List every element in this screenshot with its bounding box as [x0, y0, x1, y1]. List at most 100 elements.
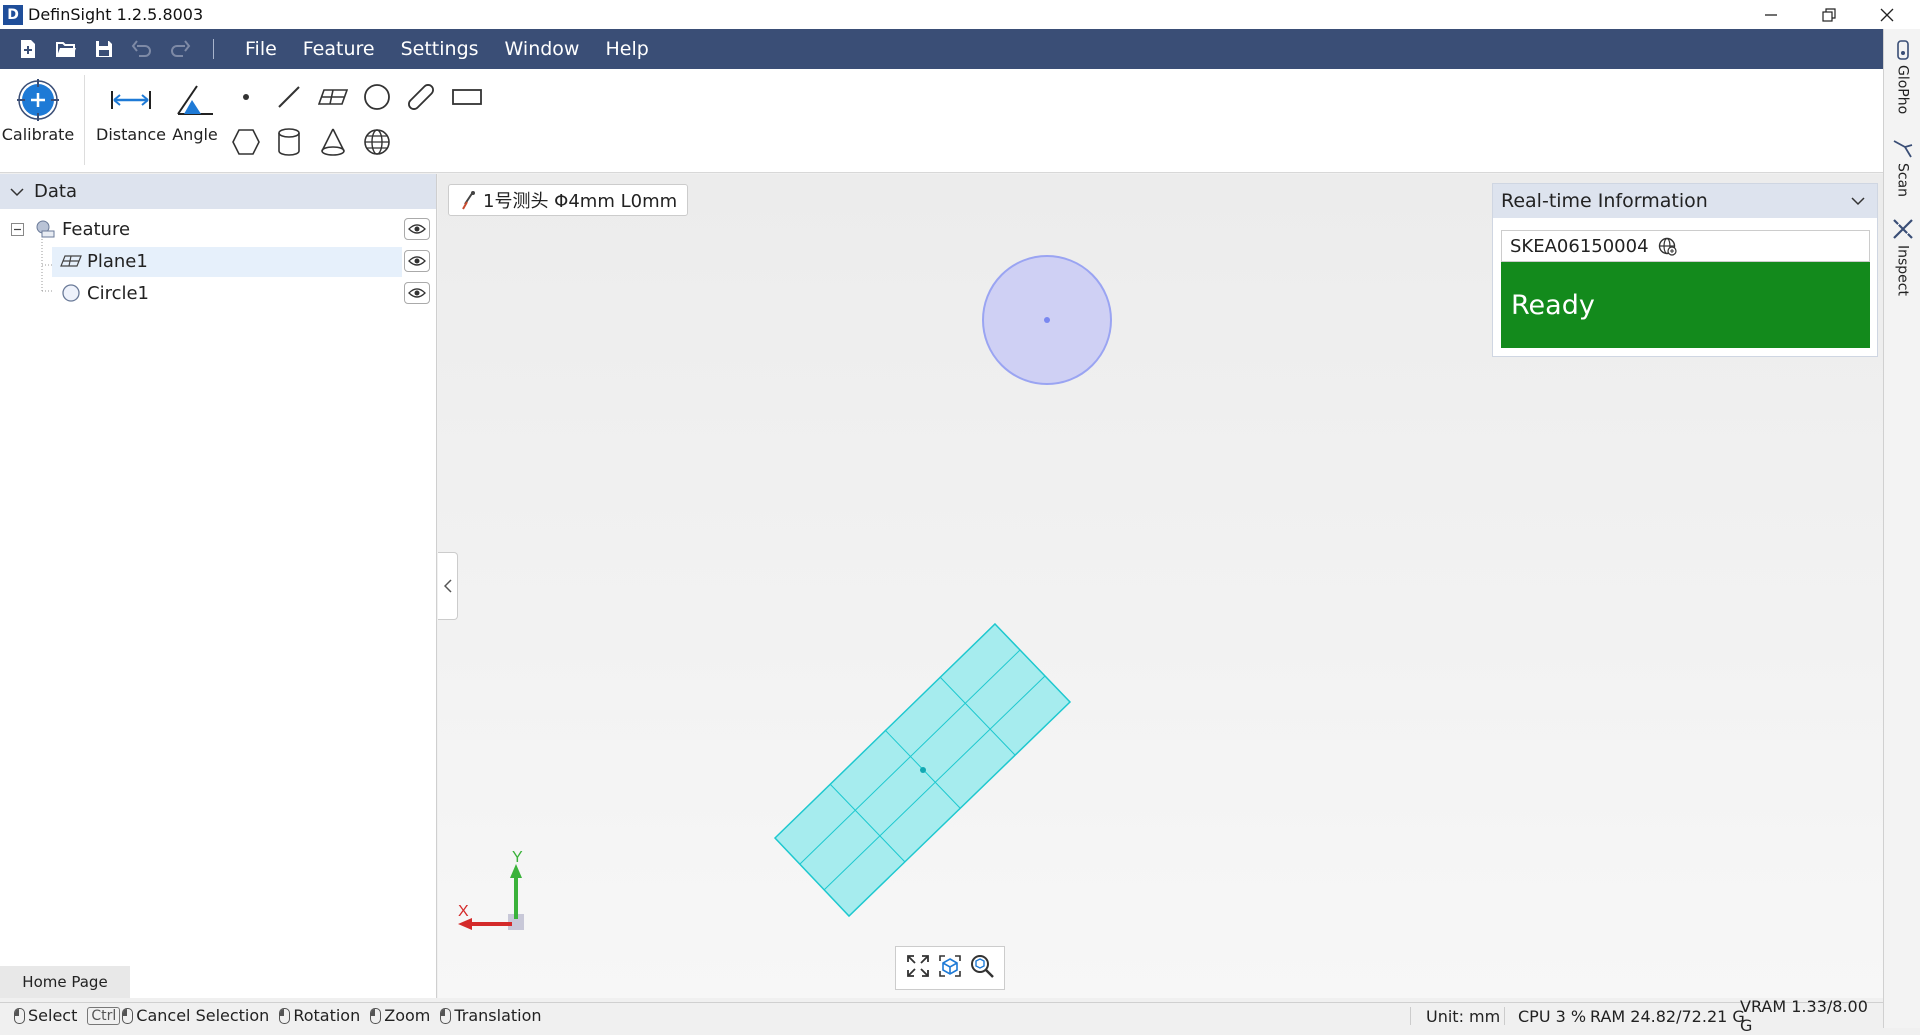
hint-select-text: Select: [28, 1006, 78, 1025]
restore-button[interactable]: [1806, 0, 1852, 29]
dock-scan[interactable]: Scan: [1884, 137, 1920, 197]
hint-translation: Translation: [440, 1006, 542, 1025]
dock-inspect[interactable]: Inspect: [1884, 217, 1920, 296]
hint-cancel-selection-text: Cancel Selection: [136, 1006, 270, 1025]
plane1-shape[interactable]: [773, 622, 1072, 918]
point-tool-button[interactable]: [228, 79, 264, 115]
tree-item-circle1[interactable]: Circle1: [0, 278, 437, 308]
fit-view-button[interactable]: [905, 953, 931, 984]
data-panel: Data Feature Plane1 Circle1 Home Page: [0, 174, 437, 998]
slot-tool-button[interactable]: [403, 79, 439, 115]
tree-item-feature[interactable]: Feature: [0, 214, 437, 244]
undo-icon: [131, 40, 151, 57]
menu-window[interactable]: Window: [492, 29, 593, 69]
home-page-tab[interactable]: Home Page: [0, 966, 130, 998]
dock-glopho[interactable]: GloPho: [1884, 39, 1920, 114]
sphere-icon: [364, 129, 390, 155]
3d-viewport[interactable]: 1号测头 Φ4mm L0mm Y X Real-time Information: [438, 174, 1883, 998]
menu-file[interactable]: File: [232, 29, 290, 69]
view-cube-button[interactable]: [937, 953, 963, 984]
eye-icon: [408, 224, 426, 234]
rectangle-icon: [452, 89, 482, 105]
angle-label: Angle: [172, 125, 218, 144]
tree-item-label: Plane1: [87, 250, 148, 272]
angle-button[interactable]: Angle: [170, 75, 220, 144]
close-button[interactable]: [1864, 0, 1910, 29]
realtime-info-panel: Real-time Information SKEA06150004 Ready: [1492, 183, 1878, 357]
glopho-icon: [1896, 40, 1909, 60]
minimize-button[interactable]: [1748, 0, 1794, 29]
scan-icon: [1893, 140, 1912, 158]
menu-bar: File Feature Settings Window Help: [0, 29, 1883, 69]
status-divider: [1504, 1007, 1505, 1025]
tree-item-plane1[interactable]: Plane1: [0, 246, 437, 277]
feature-icon: [36, 220, 55, 238]
minimize-icon: [1765, 13, 1777, 16]
plane-tool-button[interactable]: [315, 79, 351, 115]
app-logo: D: [3, 4, 23, 25]
status-divider: [1410, 1007, 1411, 1025]
menu-separator: [213, 39, 214, 59]
visibility-toggle[interactable]: [404, 282, 430, 304]
calibrate-icon: [17, 79, 59, 121]
title-bar: D DefinSight 1.2.5.8003: [0, 0, 1920, 29]
undo-button[interactable]: [123, 29, 161, 69]
cone-tool-button[interactable]: [315, 124, 351, 160]
visibility-toggle[interactable]: [404, 250, 430, 272]
collapse-panel-handle[interactable]: [438, 552, 458, 620]
collapse-toggle-icon[interactable]: [11, 222, 24, 236]
slot-icon: [408, 84, 434, 110]
distance-button[interactable]: Distance: [96, 75, 166, 144]
hint-zoom: Zoom: [370, 1006, 430, 1025]
hexagon-tool-button[interactable]: [228, 124, 264, 160]
view-cube-icon: [939, 954, 961, 977]
dock-scan-label: Scan: [1894, 163, 1911, 198]
hint-rotation: Rotation: [279, 1006, 360, 1025]
hint-zoom-text: Zoom: [384, 1006, 431, 1025]
hint-select: Select: [14, 1006, 77, 1025]
menu-settings[interactable]: Settings: [388, 29, 492, 69]
menu-help[interactable]: Help: [592, 29, 661, 69]
visibility-toggle[interactable]: [404, 218, 430, 240]
calibrate-button[interactable]: Calibrate: [2, 75, 74, 144]
point-icon: [243, 94, 249, 100]
redo-button[interactable]: [161, 29, 199, 69]
eye-icon: [408, 288, 426, 298]
view-tools-bar: [895, 946, 1005, 990]
cylinder-tool-button[interactable]: [271, 124, 307, 160]
hexagon-icon: [232, 129, 260, 155]
save-icon: [96, 41, 112, 57]
ribbon-toolbar: Calibrate Distance Angle: [0, 69, 1883, 173]
sphere-tool-button[interactable]: [359, 124, 395, 160]
inspect-icon: [1892, 219, 1913, 239]
realtime-info-header[interactable]: Real-time Information: [1493, 184, 1877, 218]
new-file-button[interactable]: [9, 29, 47, 69]
menu-feature[interactable]: Feature: [290, 29, 388, 69]
line-tool-button[interactable]: [271, 79, 307, 115]
open-folder-icon: [56, 42, 76, 57]
chevron-down-icon: [1851, 197, 1865, 206]
data-panel-title: Data: [34, 181, 77, 202]
x-axis-label: X: [458, 903, 469, 920]
save-button[interactable]: [85, 29, 123, 69]
unit-indicator: Unit: mm: [1426, 1006, 1501, 1026]
circle-tool-button[interactable]: [359, 79, 395, 115]
realtime-info-title: Real-time Information: [1501, 190, 1708, 212]
circle1-center: [1044, 317, 1050, 323]
data-panel-header[interactable]: Data: [0, 174, 436, 209]
ram-usage: RAM 24.82/72.21 G: [1590, 1006, 1745, 1026]
window-title: DefinSight 1.2.5.8003: [28, 5, 204, 24]
dock-inspect-label: Inspect: [1894, 245, 1911, 296]
mouse-left-icon: [14, 1007, 25, 1024]
tree-item-label: Circle1: [87, 282, 149, 304]
angle-icon: [177, 85, 213, 115]
zoom-icon: [971, 954, 994, 978]
new-file-icon: [21, 40, 35, 58]
redo-icon: [171, 40, 191, 57]
open-folder-button[interactable]: [47, 29, 85, 69]
rectangle-tool-button[interactable]: [447, 79, 487, 115]
network-globe-icon: [1658, 237, 1677, 256]
zoom-window-button[interactable]: [969, 953, 995, 984]
device-status: Ready: [1501, 262, 1870, 348]
status-bar: Select Ctrl Cancel Selection Rotation Zo…: [0, 997, 1883, 1035]
